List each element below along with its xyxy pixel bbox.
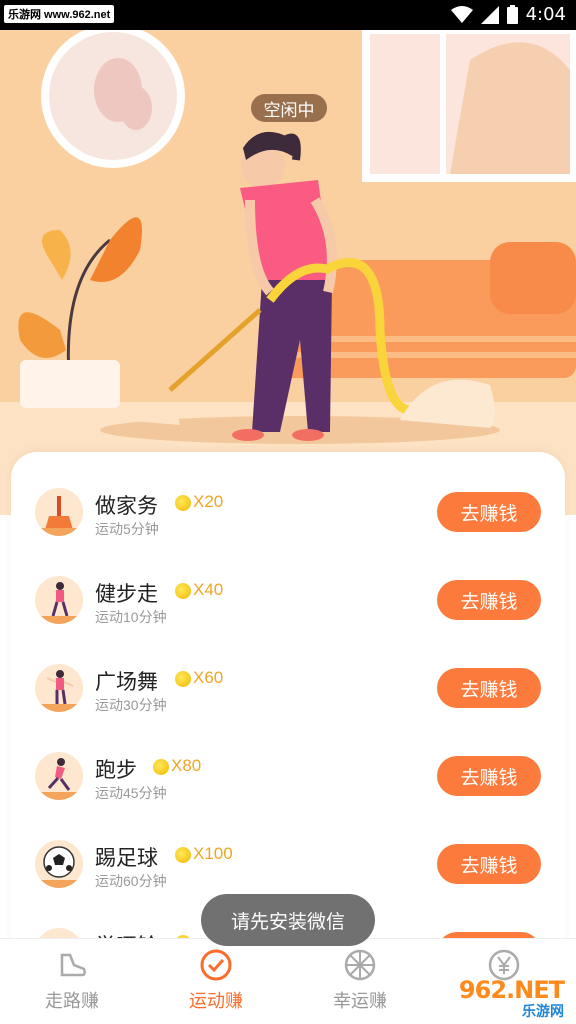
task-row-brisk-walk: 健步走 X40 运动10分钟 去赚钱 bbox=[11, 540, 565, 628]
task-reward: X20 bbox=[193, 492, 224, 511]
wifi-icon bbox=[450, 5, 473, 23]
dancing-icon bbox=[35, 664, 83, 712]
coin-icon bbox=[153, 759, 169, 775]
status-icons: 4:04 bbox=[450, 4, 566, 25]
task-name: 广场舞 bbox=[95, 671, 158, 694]
task-name: 跑步 bbox=[95, 759, 137, 782]
nav-tab-lucky[interactable]: 幸运赚 bbox=[288, 939, 432, 1024]
walking-icon bbox=[35, 576, 83, 624]
nav-tab-exercise[interactable]: 运动赚 bbox=[144, 939, 288, 1024]
task-subtitle: 运动10分钟 bbox=[95, 609, 167, 625]
task-subtitle: 运动30分钟 bbox=[95, 697, 167, 713]
coin-icon bbox=[175, 583, 191, 599]
nav-label: 运动赚 bbox=[189, 991, 243, 1011]
battery-icon bbox=[506, 5, 518, 24]
coin-icon bbox=[175, 847, 191, 863]
task-row-soccer: 踢足球 X100 运动60分钟 去赚钱 bbox=[11, 804, 565, 892]
hero-illustration: 空闲中 bbox=[0, 30, 576, 515]
task-subtitle: 运动60分钟 bbox=[95, 873, 167, 889]
task-subtitle: 运动5分钟 bbox=[95, 521, 159, 537]
watermark-logo: 962.NET 乐游网 bbox=[444, 974, 572, 1019]
task-reward: X40 bbox=[193, 580, 224, 599]
status-bar: 乐游网 www.962.net 4:04 bbox=[0, 0, 576, 30]
task-row-square-dance: 广场舞 X60 运动30分钟 去赚钱 bbox=[11, 628, 565, 716]
earn-button-housework[interactable]: 去赚钱 bbox=[437, 492, 541, 532]
coin-icon bbox=[175, 671, 191, 687]
broom-icon bbox=[35, 488, 83, 536]
soccer-ball-icon bbox=[35, 840, 83, 888]
nav-label: 走路赚 bbox=[45, 991, 99, 1011]
earn-button-brisk-walk[interactable]: 去赚钱 bbox=[437, 580, 541, 620]
nav-tab-walk[interactable]: 走路赚 bbox=[0, 939, 144, 1024]
watermark-badge: 乐游网 www.962.net bbox=[4, 5, 115, 23]
nav-label: 幸运赚 bbox=[333, 991, 387, 1011]
earn-button-square-dance[interactable]: 去赚钱 bbox=[437, 668, 541, 708]
earn-button-soccer[interactable]: 去赚钱 bbox=[437, 844, 541, 884]
cell-signal-icon bbox=[480, 5, 499, 24]
running-icon bbox=[35, 752, 83, 800]
sneaker-icon bbox=[60, 953, 86, 977]
toast-message: 请先安装微信 bbox=[201, 894, 375, 946]
task-subtitle: 运动45分钟 bbox=[95, 785, 167, 801]
task-name: 健步走 bbox=[95, 583, 158, 606]
task-reward: X100 bbox=[193, 844, 233, 863]
wheel-icon bbox=[344, 949, 376, 981]
idle-status-badge: 空闲中 bbox=[251, 94, 327, 122]
task-row-running: 跑步 X80 运动45分钟 去赚钱 bbox=[11, 716, 565, 804]
earn-button-running[interactable]: 去赚钱 bbox=[437, 756, 541, 796]
task-reward: X80 bbox=[171, 756, 202, 775]
coin-icon bbox=[175, 495, 191, 511]
watermark-big-text: 962.NET bbox=[458, 976, 565, 1004]
check-circle-icon bbox=[200, 949, 232, 981]
task-reward: X60 bbox=[193, 668, 224, 687]
status-time: 4:04 bbox=[525, 4, 566, 25]
watermark-small-text: 乐游网 bbox=[522, 1003, 564, 1019]
task-name: 踢足球 bbox=[95, 847, 158, 870]
task-name: 做家务 bbox=[95, 495, 158, 518]
task-row-housework: 做家务 X20 运动5分钟 去赚钱 bbox=[11, 452, 565, 540]
